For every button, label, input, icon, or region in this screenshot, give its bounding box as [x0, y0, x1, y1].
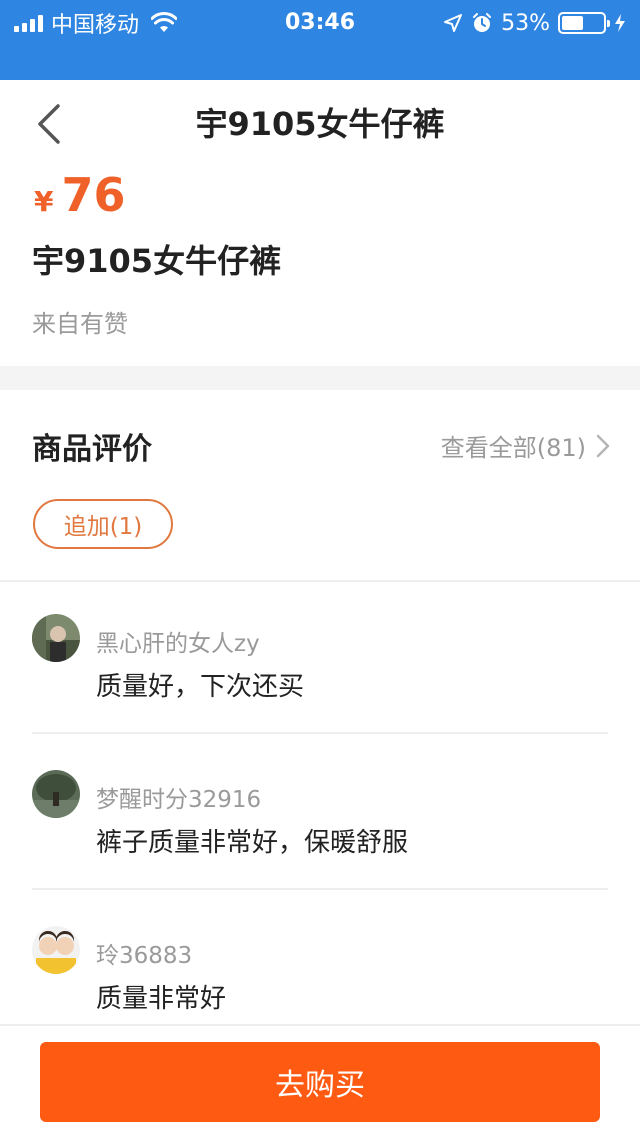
nav-bar: 宇9105女牛仔裤	[0, 80, 640, 172]
review-text: 质量好，下次还买	[96, 672, 305, 702]
review-text: 质量非常好	[96, 984, 227, 1014]
review-item: 黑心肝的女人zy 质量好，下次还买	[32, 614, 608, 734]
price-value: 76	[61, 168, 126, 222]
battery-icon	[558, 12, 610, 34]
review-text: 裤子质量非常好，保暖舒服	[96, 828, 409, 858]
status-bar: 中国移动 03:46 53%	[0, 0, 640, 80]
product-title: 宇9105女牛仔裤	[32, 242, 282, 280]
review-filter-tag[interactable]: 追加(1)	[33, 499, 173, 549]
battery-fill	[562, 16, 584, 30]
avatar	[32, 770, 80, 818]
currency-symbol: ¥	[34, 185, 54, 218]
charging-bolt-icon	[615, 14, 625, 32]
page-title: 宇9105女牛仔裤	[195, 105, 445, 143]
view-all-label: 查看全部(81)	[440, 434, 586, 462]
review-username: 黑心肝的女人zy	[96, 631, 260, 657]
section-separator	[0, 366, 640, 390]
chevron-right-icon	[596, 434, 610, 457]
buy-button[interactable]: 去购买	[40, 1042, 600, 1122]
divider	[0, 580, 640, 582]
avatar	[32, 926, 80, 974]
bottom-action-bar: 去购买	[0, 1024, 640, 1136]
view-all-reviews-link[interactable]: 查看全部(81)	[441, 428, 610, 463]
location-arrow-icon	[444, 14, 463, 32]
divider	[32, 888, 608, 890]
avatar	[32, 614, 80, 662]
product-price: ¥ 76	[34, 168, 126, 222]
review-username: 玲36883	[96, 943, 193, 969]
divider	[32, 732, 608, 734]
status-bar-right: 53%	[443, 8, 626, 38]
battery-percent: 53%	[501, 10, 550, 36]
review-item: 梦醒时分32916 裤子质量非常好，保暖舒服	[32, 770, 608, 890]
product-source: 来自有赞	[32, 310, 128, 338]
review-username: 梦醒时分32916	[96, 787, 262, 813]
alarm-clock-icon	[473, 13, 492, 32]
reviews-heading: 商品评价	[32, 432, 152, 467]
